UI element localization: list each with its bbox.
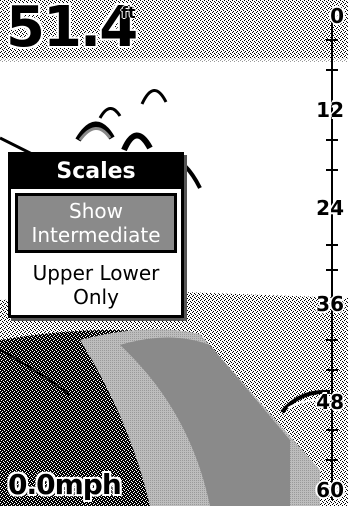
depth-label-48: 48 xyxy=(316,390,344,414)
depth-scale: 0 12 24 36 48 60 xyxy=(304,0,348,506)
menu-option-show-intermediate[interactable]: Show Intermediate xyxy=(15,193,177,253)
option-label-line2: Only xyxy=(73,285,119,309)
scales-menu: Scales Show Intermediate Upper Lower Onl… xyxy=(8,152,184,318)
option-label-line1: Upper Lower xyxy=(32,261,160,285)
option-label-line2: Intermediate xyxy=(31,223,161,247)
menu-option-upper-lower-only[interactable]: Upper Lower Only xyxy=(15,257,177,313)
depth-label-60: 60 xyxy=(316,478,344,502)
scales-menu-title: Scales xyxy=(11,155,181,189)
depth-scale-ruler xyxy=(326,8,338,500)
option-label-line1: Show xyxy=(69,199,123,223)
speed-readout: 0.0mph xyxy=(8,468,122,501)
fish-arch-3 xyxy=(140,89,168,105)
depth-unit: ft xyxy=(121,3,136,22)
fish-arch-2 xyxy=(121,132,153,152)
sonar-screen: 51.4 ft 0 12 24 36 48 60 0.0mph Scales S… xyxy=(0,0,348,506)
depth-label-12: 12 xyxy=(316,98,344,122)
depth-readout: 51.4 xyxy=(6,0,138,60)
depth-label-36: 36 xyxy=(316,292,344,316)
fish-arch-4 xyxy=(98,107,122,119)
depth-label-24: 24 xyxy=(316,196,344,220)
depth-label-0: 0 xyxy=(330,4,344,28)
